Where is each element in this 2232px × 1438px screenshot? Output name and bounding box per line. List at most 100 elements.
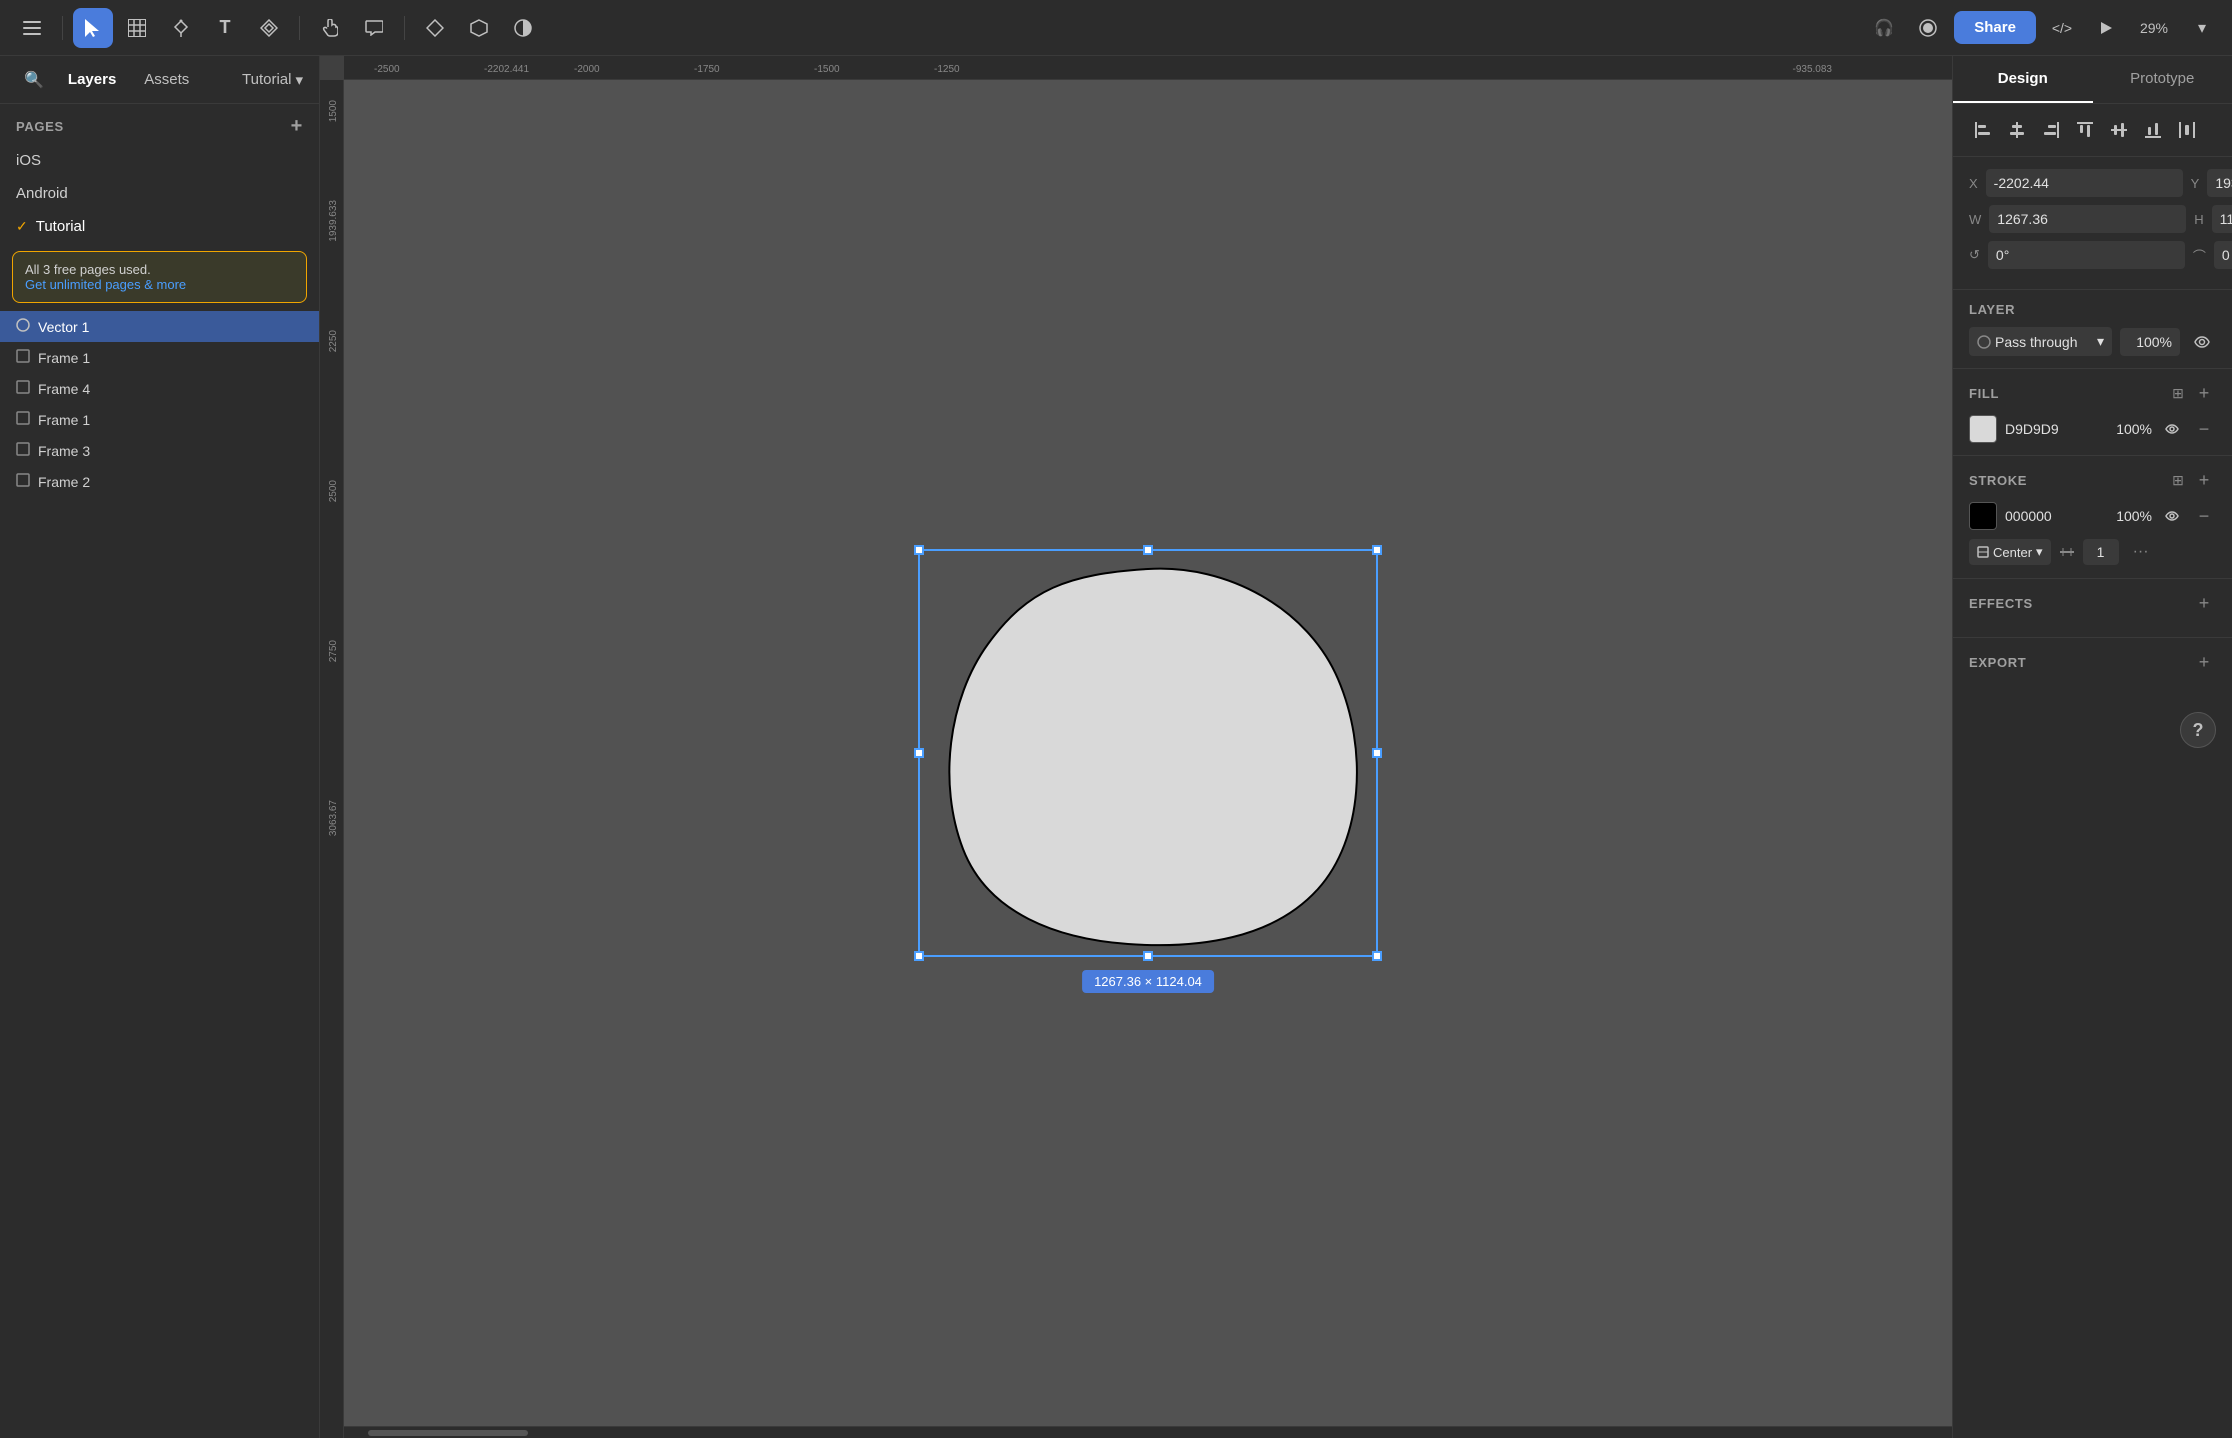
align-top-button[interactable] bbox=[2071, 116, 2099, 144]
play-button[interactable] bbox=[2088, 10, 2124, 46]
tab-design[interactable]: Design bbox=[1953, 56, 2093, 103]
stroke-header: Stroke ⊞ + bbox=[1969, 468, 2216, 492]
ruler-v-mark: 1500 bbox=[328, 100, 339, 122]
stroke-style-icon bbox=[2059, 544, 2075, 560]
ruler-v-mark: 1939.633 bbox=[328, 200, 339, 242]
frame-icon-4 bbox=[16, 380, 30, 397]
stroke-section: Stroke ⊞ + 000000 100% − Center ▾ bbox=[1953, 456, 2232, 579]
pen-tool-button[interactable] bbox=[161, 8, 201, 48]
align-center-h-button[interactable] bbox=[2003, 116, 2031, 144]
layer-item-frame4[interactable]: Frame 4 bbox=[0, 373, 319, 404]
canvas-area[interactable]: -2500 -2202.441 -2000 -1750 -1500 -1250 … bbox=[320, 56, 1952, 1438]
fill-grid-icon[interactable]: ⊞ bbox=[2168, 383, 2188, 403]
align-right-button[interactable] bbox=[2037, 116, 2065, 144]
export-header: Export + bbox=[1969, 650, 2216, 674]
layer-item-vector1[interactable]: Vector 1 bbox=[0, 311, 319, 342]
scrollbar-thumb[interactable] bbox=[368, 1430, 528, 1436]
zoom-dropdown-button[interactable]: ▾ bbox=[2184, 10, 2220, 46]
layer-item-frame2[interactable]: Frame 2 bbox=[0, 466, 319, 497]
visibility-toggle[interactable] bbox=[2188, 328, 2216, 356]
align-center-v-button[interactable] bbox=[2105, 116, 2133, 144]
stroke-settings-row: Center ▾ ··· bbox=[1969, 538, 2216, 566]
upgrade-link[interactable]: Get unlimited pages & more bbox=[25, 277, 294, 292]
headphone-button[interactable]: 🎧 bbox=[1866, 10, 1902, 46]
component-tool-button[interactable] bbox=[249, 8, 289, 48]
add-export-button[interactable]: + bbox=[2192, 650, 2216, 674]
add-page-button[interactable]: + bbox=[291, 116, 303, 136]
vector-shape[interactable] bbox=[918, 549, 1378, 957]
fill-title: Fill bbox=[1969, 386, 2168, 401]
rotation-corner-row: ↺ ⌒ ··· bbox=[1969, 241, 2216, 269]
stroke-more-options-button[interactable]: ··· bbox=[2127, 538, 2155, 566]
align-left-button[interactable] bbox=[1969, 116, 1997, 144]
stroke-align-select[interactable]: Center ▾ bbox=[1969, 539, 2051, 565]
zoom-label: 29% bbox=[2132, 20, 2176, 36]
corner-radius-input[interactable] bbox=[2214, 241, 2232, 269]
assets-icon-button[interactable] bbox=[415, 8, 455, 48]
y-input[interactable] bbox=[2207, 169, 2232, 197]
ruler-horizontal: -2500 -2202.441 -2000 -1750 -1500 -1250 … bbox=[344, 56, 1952, 80]
ruler-mark: -2000 bbox=[574, 64, 600, 75]
mask-icon-button[interactable] bbox=[459, 8, 499, 48]
tab-layers[interactable]: Layers bbox=[56, 65, 128, 94]
fill-color-swatch[interactable] bbox=[1969, 415, 1997, 443]
tab-prototype[interactable]: Prototype bbox=[2093, 56, 2232, 103]
half-circle-button[interactable] bbox=[503, 8, 543, 48]
tab-assets[interactable]: Assets bbox=[132, 65, 201, 94]
add-stroke-button[interactable]: + bbox=[2192, 468, 2216, 492]
h-input[interactable] bbox=[2212, 205, 2232, 233]
record-button[interactable] bbox=[1910, 10, 1946, 46]
layer-item-frame1b[interactable]: Frame 1 bbox=[0, 404, 319, 435]
stroke-grid-icon[interactable]: ⊞ bbox=[2168, 470, 2188, 490]
blend-mode-chevron: ▾ bbox=[2097, 333, 2104, 350]
upgrade-notice-text: All 3 free pages used. bbox=[25, 262, 294, 277]
effects-title: Effects bbox=[1969, 596, 2192, 611]
ruler-mark: -1750 bbox=[694, 64, 720, 75]
rotation-input[interactable] bbox=[1988, 241, 2185, 269]
remove-fill-button[interactable]: − bbox=[2192, 417, 2216, 441]
toolbar-separator-2 bbox=[299, 16, 300, 40]
stroke-color-row: 000000 100% − bbox=[1969, 502, 2216, 530]
x-input[interactable] bbox=[1986, 169, 2183, 197]
opacity-input[interactable] bbox=[2120, 328, 2180, 356]
distribute-h-button[interactable] bbox=[2173, 116, 2201, 144]
y-label: Y bbox=[2191, 176, 2200, 191]
share-button[interactable]: Share bbox=[1954, 11, 2036, 44]
stroke-title: Stroke bbox=[1969, 473, 2168, 488]
ruler-v-mark: 2750 bbox=[328, 640, 339, 662]
stroke-weight-input[interactable] bbox=[2083, 539, 2119, 565]
add-effect-button[interactable]: + bbox=[2192, 591, 2216, 615]
help-button[interactable]: ? bbox=[2180, 712, 2216, 748]
text-tool-icon: T bbox=[220, 17, 231, 38]
page-item-tutorial[interactable]: ✓ Tutorial bbox=[0, 210, 319, 243]
remove-stroke-button[interactable]: − bbox=[2192, 504, 2216, 528]
fill-visibility-toggle[interactable] bbox=[2160, 417, 2184, 441]
tab-tutorial[interactable]: Tutorial ▾ bbox=[242, 71, 303, 89]
search-icon[interactable]: 🔍 bbox=[16, 70, 52, 90]
stroke-color-swatch[interactable] bbox=[1969, 502, 1997, 530]
canvas-content[interactable]: 1267.36 × 1124.04 bbox=[344, 80, 1952, 1426]
code-button[interactable]: </> bbox=[2044, 10, 2080, 46]
fill-color-hex: D9D9D9 bbox=[2005, 421, 2099, 437]
page-item-ios[interactable]: iOS bbox=[0, 144, 319, 177]
comment-tool-button[interactable] bbox=[354, 8, 394, 48]
ruler-mark: -2500 bbox=[374, 64, 400, 75]
hand-tool-button[interactable] bbox=[310, 8, 350, 48]
scrollbar-horizontal[interactable] bbox=[344, 1426, 1952, 1438]
stroke-visibility-toggle[interactable] bbox=[2160, 504, 2184, 528]
frame-tool-button[interactable] bbox=[117, 8, 157, 48]
blend-mode-select[interactable]: Pass through ▾ bbox=[1969, 327, 2112, 356]
layer-item-frame3[interactable]: Frame 3 bbox=[0, 435, 319, 466]
frame-icon-3 bbox=[16, 442, 30, 459]
add-fill-button[interactable]: + bbox=[2192, 381, 2216, 405]
export-title: Export bbox=[1969, 655, 2192, 670]
align-bottom-button[interactable] bbox=[2139, 116, 2167, 144]
select-tool-button[interactable] bbox=[73, 8, 113, 48]
w-input[interactable] bbox=[1989, 205, 2186, 233]
menu-button[interactable] bbox=[12, 8, 52, 48]
code-icon: </> bbox=[2052, 20, 2072, 36]
page-item-android[interactable]: Android bbox=[0, 177, 319, 210]
layer-item-frame1a[interactable]: Frame 1 bbox=[0, 342, 319, 373]
text-tool-button[interactable]: T bbox=[205, 8, 245, 48]
ruler-mark: -2202.441 bbox=[484, 64, 529, 75]
